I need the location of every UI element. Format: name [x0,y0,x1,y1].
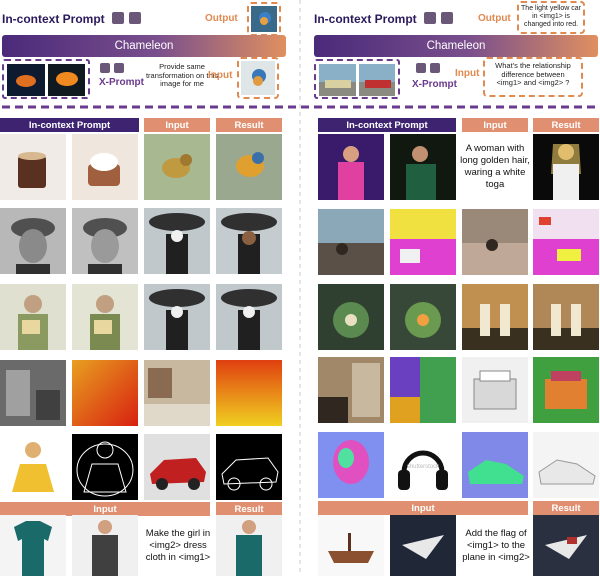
umbrella-input-photo [144,208,210,274]
xprompt-label-right: X-Prompt [412,79,457,90]
token-square-icon [112,12,125,24]
input-text-box: What's the relationship difference betwe… [483,57,583,97]
left-header-context: In-context Prompt [0,118,139,132]
cactus-edited-photo [390,284,456,350]
bird-input-image [241,61,275,95]
token-square-icon [440,12,453,24]
paper-plane-image [390,515,456,576]
restaurant-segmentation [533,209,599,275]
chameleon-bar: Chameleon [2,35,286,57]
chameleon-bar-right: Chameleon [314,35,598,57]
top-left-diagram: In-context Prompt [2,10,141,28]
toga-woman-result [533,134,599,200]
vertical-separator [299,0,301,576]
kitchen-photo [144,360,210,426]
printer-normal-map [533,357,599,423]
goldfish-image [7,64,45,96]
bird-result-photo [216,134,282,200]
room-depth-map [72,360,138,426]
output-label: Output [205,13,238,24]
printer-photo [462,357,528,423]
singer-man-photo [390,134,456,200]
umbrella-result-photo [216,208,282,274]
umbrella-result-photo-2 [216,284,282,350]
red-car-image [358,64,395,96]
left-bottom-caption: Make the girl in <img2> dress cloth in <… [145,528,211,563]
left-header-input: Input [144,118,210,132]
bird-output-image [251,6,277,32]
top-right-diagram: In-context Prompt [314,10,453,28]
bird-input-photo [144,134,210,200]
singer-woman-photo [318,134,384,200]
token-square-icon [430,63,441,73]
shoe-normal-map [462,432,528,498]
plane-flag-result [533,515,599,576]
right-bottom-header-result: Result [533,501,599,515]
xprompt-label: X-Prompt [99,77,144,88]
right-header-result: Result [533,118,599,132]
token-square-icon [424,12,437,24]
yellow-car-image [319,64,356,96]
restaurant-photo [462,209,528,275]
right-caption-row1: A woman with long golden hair, waring a … [460,143,530,190]
cafe-segmentation [390,209,456,275]
xprompt-squares-right [416,60,441,78]
princess-edge-map [72,434,138,500]
princess-photo [0,434,66,500]
context-images-box-right [314,59,400,99]
token-square-icon [416,63,426,73]
xprompt-squares [100,60,125,78]
racecar-edge-map [216,434,282,500]
girl-book-photo [0,284,66,350]
token-square-icon [114,63,125,73]
kitchen-depth-map [216,360,282,426]
coffee-image [0,134,66,200]
coffee-transformed-image [72,134,138,200]
token-square-icon [128,12,141,24]
ship-image [318,515,384,576]
right-bottom-header-input: Input [318,501,528,515]
context-images-box [2,59,90,99]
men-sunset-result [533,284,599,350]
right-header-input: Input [462,118,528,132]
man-cap-photo [0,208,66,274]
men-sunset-photo [462,284,528,350]
cafe-photo [318,209,384,275]
output-image-box [247,2,281,36]
umbrella-input-photo-2 [144,284,210,350]
input-label-right: Input [455,68,480,79]
token-square-icon [100,63,110,73]
shelf-normal-map [390,357,456,423]
right-header-context: In-context Prompt [318,118,456,132]
room-photo [0,360,66,426]
left-header-result: Result [216,118,282,132]
girl-teal-result-photo [216,515,282,576]
left-bottom-header-result: Result [216,502,282,516]
context-prompt-title: In-context Prompt [314,12,417,26]
watermark-text: shutterstock [407,464,440,470]
man-cap-edited-photo [72,208,138,274]
left-bottom-header-input: Input [0,502,210,516]
cactus-photo [318,284,384,350]
teal-shirt-image [0,515,66,576]
input-label: Input [208,70,233,81]
shelf-room-photo [318,357,384,423]
racecar-photo [144,434,210,500]
output-label-right: Output [478,13,511,24]
goldfish-image-transformed [47,64,85,96]
girl-tshirt-photo [72,515,138,576]
context-prompt-title: In-context Prompt [2,12,105,26]
right-bottom-caption: Add the flag of <img1> to the plane in <… [462,528,530,563]
input-image-box [237,57,279,99]
output-text-box: The light yellow car in <img1> is change… [517,1,585,34]
headphones-image: shutterstock [390,432,456,498]
shoe-result-photo [533,432,599,498]
head-normal-map [318,432,384,498]
girl-book-edited-photo [72,284,138,350]
